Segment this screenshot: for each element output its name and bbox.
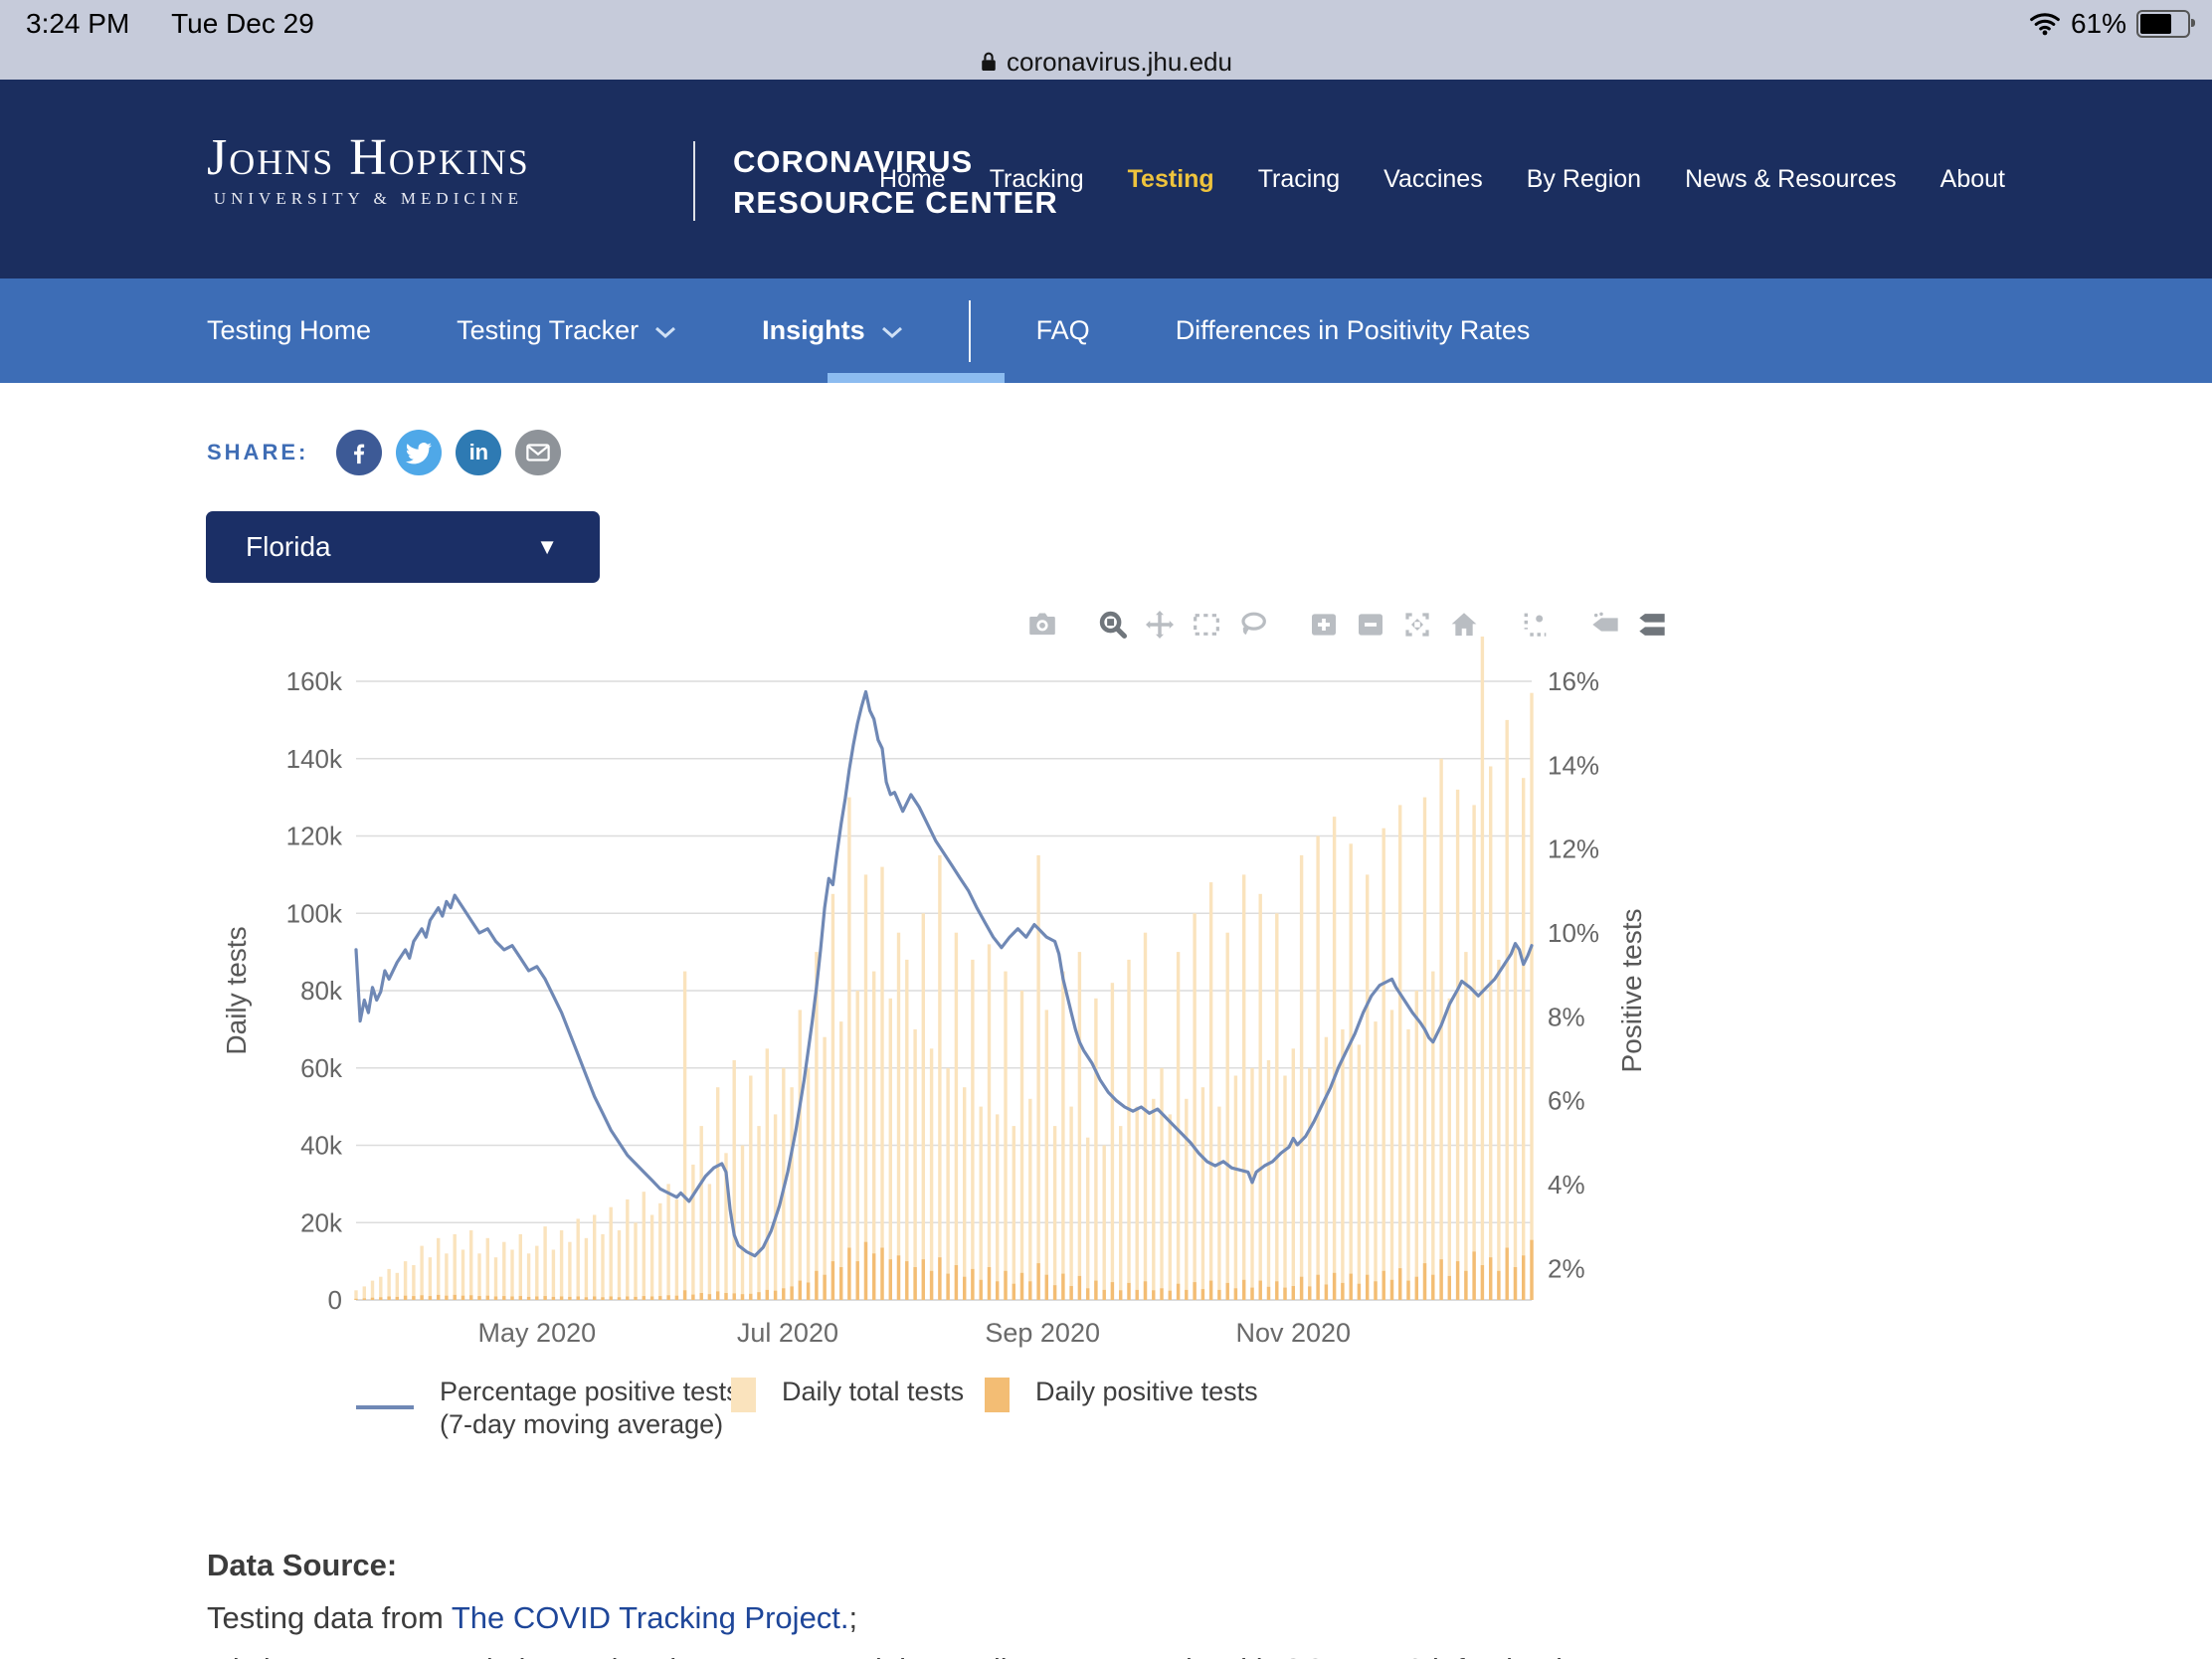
subnav-item-testing-tracker[interactable]: Testing Tracker [457,315,676,346]
nav-item-vaccines[interactable]: Vaccines [1383,165,1483,194]
y-right-tick: 14% [1548,750,1599,780]
y-left-tick: 120k [286,822,343,851]
y-left-tick: 140k [286,744,343,774]
subnav-item-insights[interactable]: Insights [762,315,903,346]
subnav-item-faq[interactable]: FAQ [1036,315,1090,346]
jhu-logo-text: Johns Hopkins [207,131,530,185]
y-right-tick: 2% [1548,1253,1585,1283]
jhu-logo[interactable]: Johns Hopkins UNIVERSITY & MEDICINE [207,131,530,209]
legend-swatch [731,1378,756,1412]
y-left-axis-title: Daily tests [221,926,252,1054]
subnav-item-label: Testing Home [207,315,371,346]
legend-item-daily-positive-tests[interactable]: Daily positive tests [985,1376,1258,1412]
subnav-divider [969,300,971,362]
chevron-down-icon [654,315,676,346]
testing-trends-chart[interactable]: 0 20k 40k 60k 80k 100k 120k 140k 160k 2% 4% 6% 8% 10%… [0,637,2212,1392]
email-icon[interactable] [515,430,561,475]
bar-series-daily-positive-tests [354,1240,1533,1300]
y-left-tick: 40k [300,1131,343,1161]
nav-item-tracking[interactable]: Tracking [990,165,1084,194]
main-nav: Home Tracking Testing Tracing Vaccines By Reg… [879,80,2005,278]
chart-legend: Percentage positive tests(7-day moving a… [0,1376,2212,1465]
caret-down-icon: ▼ [536,534,558,560]
nav-item-testing[interactable]: Testing [1128,165,1214,194]
y-left-tick: 60k [300,1053,343,1083]
subnav-item-label: Differences in Positivity Rates [1176,315,1531,346]
y-right-tick: 12% [1548,834,1599,864]
y-left-tick: 0 [328,1285,342,1315]
subnav-item-label: FAQ [1036,315,1090,346]
subnav-item-label: Insights [762,315,865,346]
y-right-tick: 16% [1548,666,1599,696]
browser-chrome: 3:24 PM Tue Dec 29 61% [0,0,2212,80]
logo-divider [693,141,695,221]
jhu-logo-subtext: UNIVERSITY & MEDICINE [207,189,530,209]
x-tick: Jul 2020 [737,1318,838,1348]
legend-swatch [985,1378,1010,1412]
share-label: SHARE: [207,440,308,465]
y-right-tick: 6% [1548,1086,1585,1116]
subnav-item-testing-home[interactable]: Testing Home [207,315,371,346]
battery-percent: 61% [2071,8,2126,40]
url-text: coronavirus.jhu.edu [1007,47,1232,78]
legend-swatch [356,1405,414,1409]
twitter-icon[interactable] [396,430,442,475]
share-row: SHARE: in [207,430,561,475]
y-right-axis-title: Positive tests [1616,909,1647,1073]
legend-label: Percentage positive tests(7-day moving a… [440,1376,740,1441]
sub-nav: Testing Home Testing Tracker Insights FAQ Di… [0,278,2212,383]
covid-tracking-project-link[interactable]: The COVID Tracking Project. [452,1600,849,1635]
battery-icon [2136,10,2190,38]
y-left-tick: 20k [300,1207,343,1237]
status-date: Tue Dec 29 [171,8,314,39]
x-tick: Sep 2020 [985,1318,1100,1348]
data-source-section: Data Source: Testing data from The COVID… [207,1548,1947,1659]
linkedin-icon[interactable]: in [456,430,501,475]
wifi-icon [2029,11,2061,37]
x-tick: Nov 2020 [1235,1318,1351,1348]
legend-item-daily-total-tests[interactable]: Daily total tests [731,1376,964,1412]
line-series-percentage-positive-tests-7-day-moving-average [356,692,1532,1256]
y-right-tick: 8% [1548,1002,1585,1031]
nav-item-about[interactable]: About [1940,165,2005,194]
nav-item-tracing[interactable]: Tracing [1258,165,1340,194]
nav-item-news-resources[interactable]: News & Resources [1685,165,1897,194]
x-tick: May 2020 [478,1318,597,1348]
y-right-tick: 10% [1548,918,1599,948]
site-header: Johns Hopkins UNIVERSITY & MEDICINE CORO… [0,80,2212,278]
data-source-heading: Data Source: [207,1548,1947,1583]
legend-label: Daily total tests [782,1376,964,1408]
y-right-tick: 4% [1548,1170,1585,1199]
clock: 3:24 PM [26,8,129,39]
address-bar[interactable]: coronavirus.jhu.edu [0,44,2212,80]
chevron-down-icon [881,315,903,346]
facebook-icon[interactable] [336,430,382,475]
nav-item-home[interactable]: Home [879,165,946,194]
status-bar: 3:24 PM Tue Dec 29 61% [0,0,2212,44]
subnav-item-label: Testing Tracker [457,315,639,346]
data-source-prefix: Testing data from [207,1600,452,1635]
legend-label: Daily positive tests [1035,1376,1258,1408]
screen: 3:24 PM Tue Dec 29 61% [0,0,2212,1659]
data-source-suffix: ; [849,1600,858,1635]
y-left-tick: 80k [300,976,343,1006]
lock-icon [980,50,998,74]
data-source-body: It is important to track the testing tha… [207,1652,1947,1659]
legend-item-percentage-positive-tests[interactable]: Percentage positive tests(7-day moving a… [356,1376,740,1441]
active-tab-underline [828,373,1005,383]
subnav-item-differences-in-positivity-rates[interactable]: Differences in Positivity Rates [1176,315,1531,346]
state-selector-value: Florida [246,531,536,563]
nav-item-by-region[interactable]: By Region [1527,165,1641,194]
state-selector[interactable]: Florida ▼ [206,511,600,583]
y-left-tick: 100k [286,898,343,928]
y-left-tick: 160k [286,666,343,696]
